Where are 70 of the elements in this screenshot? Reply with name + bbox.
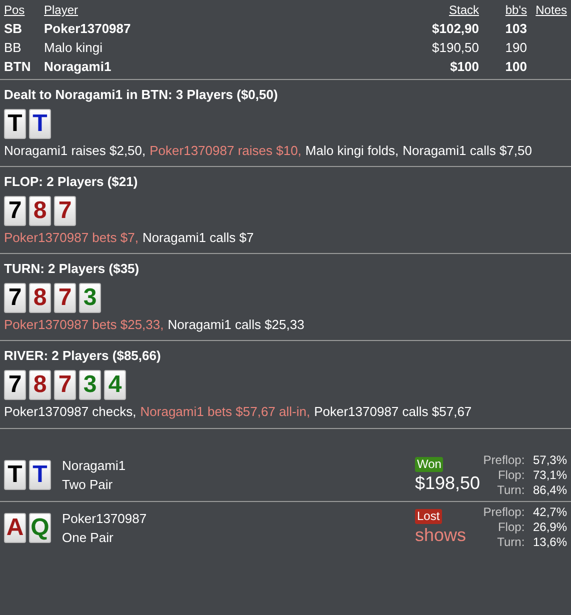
- table-cell-text: 190: [504, 39, 527, 57]
- action-text: Malo kingi folds,: [305, 143, 399, 158]
- action-text: Poker1370987 bets $7,: [4, 230, 138, 245]
- table-cell-text: SB: [4, 20, 24, 38]
- playing-card: T: [29, 460, 51, 490]
- equity-value: 13,6%: [532, 535, 567, 550]
- playing-card: 3: [79, 370, 101, 400]
- table-cell-text: 100: [504, 58, 527, 76]
- equity-value: 73,1%: [532, 468, 567, 482]
- action-text: Noragami1 calls $25,33: [168, 317, 304, 332]
- equity-value: 26,9%: [532, 520, 567, 535]
- hand-rank: Two Pair: [62, 476, 114, 494]
- table-cell-text: Noragami1: [44, 58, 112, 76]
- street-heading: FLOP: 2 Players ($21): [4, 173, 139, 191]
- playing-card: 7: [4, 283, 26, 313]
- street-heading: TURN: 2 Players ($35): [4, 260, 140, 278]
- playing-card: 8: [29, 370, 51, 400]
- playing-card: T: [4, 460, 26, 490]
- action-text: Noragami1 calls $7: [142, 230, 254, 245]
- action-text: Poker1370987 checks,: [4, 404, 136, 419]
- column-header[interactable]: Pos: [4, 1, 44, 19]
- table-cell-text: Poker1370987: [44, 20, 132, 38]
- playing-card: 7: [4, 370, 26, 400]
- table-cell-text: 103: [504, 20, 527, 38]
- equity-label: Turn:: [496, 535, 525, 550]
- player-name: Poker1370987: [62, 510, 148, 528]
- table-cell-text: BTN: [4, 58, 32, 76]
- playing-card: Q: [29, 512, 51, 542]
- street-heading: RIVER: 2 Players ($85,66): [4, 347, 162, 365]
- equity-value: 86,4%: [532, 482, 567, 498]
- table-cell-text: Malo kingi: [44, 39, 104, 57]
- table-cell-text: $190,50: [431, 39, 479, 57]
- player-name: Noragami1: [62, 457, 127, 475]
- playing-card: 4: [104, 370, 126, 400]
- playing-card: T: [4, 109, 26, 139]
- equity-value: 57,3%: [532, 452, 567, 468]
- street-heading: Dealt to Noragami1 in BTN: 3 Players ($0,50): [4, 86, 279, 104]
- column-header[interactable]: Stack: [399, 1, 479, 19]
- action-text: Poker1370987 raises $10,: [150, 143, 302, 158]
- result-badge: Lost: [415, 509, 442, 524]
- equity-label: Preflop:: [483, 452, 525, 468]
- action-text: Noragami1 bets $57,67 all-in,: [140, 404, 310, 419]
- result-amount: shows: [415, 524, 466, 546]
- table-cell-text: BB: [4, 39, 22, 57]
- playing-card: A: [4, 512, 26, 542]
- playing-card: 3: [79, 283, 101, 313]
- table-cell-text: $102,90: [431, 20, 479, 38]
- result-badge: Won: [415, 456, 444, 472]
- action-text: Noragami1 raises $2,50,: [4, 143, 146, 158]
- action-text: Noragami1 calls $7,50: [402, 143, 532, 158]
- playing-card: T: [29, 109, 51, 139]
- equity-label: Preflop:: [483, 505, 525, 520]
- column-header[interactable]: Notes: [527, 1, 567, 19]
- table-cell-text: $100: [449, 58, 479, 76]
- action-text: Poker1370987 bets $25,33,: [4, 317, 164, 332]
- playing-card: 7: [54, 370, 76, 400]
- equity-value: 42,7%: [532, 505, 567, 520]
- playing-card: 8: [29, 283, 51, 313]
- equity-label: Flop:: [496, 520, 525, 535]
- action-text: Poker1370987 calls $57,67: [314, 404, 472, 419]
- equity-label: Turn:: [496, 482, 525, 498]
- playing-card: 7: [54, 283, 76, 313]
- equity-label: Flop:: [496, 468, 525, 482]
- column-header[interactable]: Player: [44, 1, 399, 19]
- column-header[interactable]: bb's: [479, 1, 527, 19]
- playing-card: 7: [54, 196, 76, 226]
- playing-card: 7: [4, 196, 26, 226]
- hand-rank: One Pair: [62, 528, 114, 546]
- result-amount: $198,50: [415, 472, 480, 494]
- playing-card: 8: [29, 196, 51, 226]
